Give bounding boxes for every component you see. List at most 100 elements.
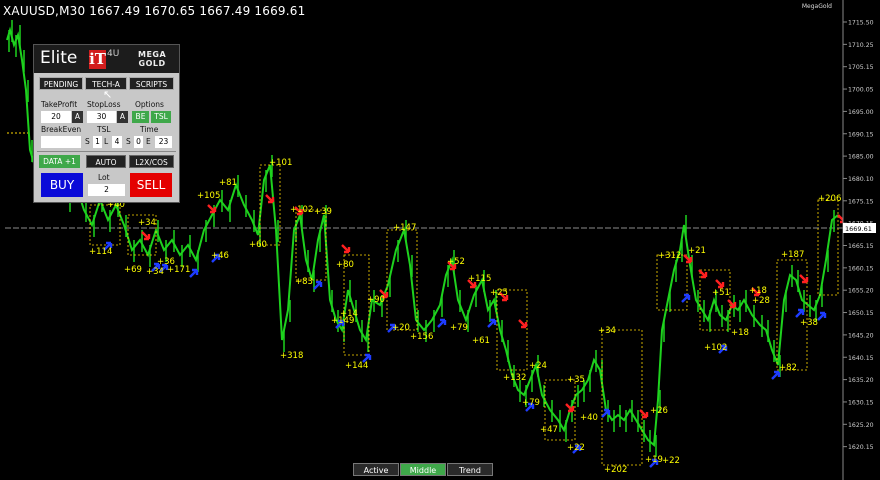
profit-label: +61: [472, 336, 490, 346]
time-e-input[interactable]: 23: [155, 136, 172, 148]
mouse-cursor-icon: ↖: [103, 88, 113, 101]
breakeven-input[interactable]: [41, 136, 81, 148]
tab-scripts[interactable]: SCRIPTS: [129, 77, 174, 90]
profit-label: +34: [146, 267, 164, 277]
price-tick: 1700.05: [848, 87, 874, 94]
price-tick: 1640.15: [848, 355, 874, 362]
price-tick: 1715.50: [848, 20, 874, 27]
price-tick: 1630.15: [848, 399, 874, 406]
tab-pending[interactable]: PENDING: [39, 77, 83, 90]
stoploss-label: StopLoss: [87, 100, 121, 109]
profit-label: +156: [410, 332, 433, 342]
buy-arrow-icon: [437, 318, 447, 328]
time-label: Time: [140, 125, 159, 134]
tsl-s-input[interactable]: 1: [93, 136, 102, 148]
logo-it-icon: iT: [89, 50, 106, 69]
profit-label: +35: [567, 375, 585, 385]
tab-active[interactable]: Active: [353, 463, 399, 476]
buy-button[interactable]: BUY: [41, 173, 83, 197]
profit-label: +39: [314, 207, 332, 217]
profit-label: +60: [249, 240, 267, 250]
tsl-s-label: S: [85, 137, 90, 146]
profit-label: +312: [658, 251, 681, 261]
takeprofit-auto-toggle[interactable]: A: [72, 111, 83, 123]
profit-label: +47: [540, 425, 558, 435]
auto-button[interactable]: AUTO: [86, 155, 126, 168]
price-tick: 1675.15: [848, 198, 874, 205]
buy-arrow-icon: [771, 370, 781, 380]
price-tick: 1710.25: [848, 42, 874, 49]
profit-label: +206: [818, 194, 841, 204]
profit-label: +28: [752, 296, 770, 306]
tsl-toggle[interactable]: TSL: [151, 111, 171, 123]
sell-arrow-icon: [715, 279, 725, 289]
mega-gold-logo: MEGA GOLD: [138, 50, 166, 68]
takeprofit-input[interactable]: 20: [41, 111, 71, 123]
profit-label: +187: [781, 250, 804, 260]
price-tick: 1635.20: [848, 377, 874, 384]
profit-label: +25: [490, 288, 508, 298]
profit-label: +34: [598, 326, 616, 336]
sell-arrow-icon: [799, 274, 809, 284]
profit-label: +18: [749, 286, 767, 296]
profit-label: +14: [340, 309, 358, 319]
sell-arrow-icon: [341, 244, 351, 254]
profit-label: +79: [450, 323, 468, 333]
profit-label: +18: [731, 328, 749, 338]
time-s-input[interactable]: 0: [134, 136, 143, 148]
price-tick: 1655.20: [848, 288, 874, 295]
buy-arrow-icon: [795, 308, 805, 318]
profit-label: +318: [280, 351, 303, 361]
sell-arrow-icon: [141, 231, 151, 241]
sell-arrow-icon: [683, 254, 693, 264]
panel-divider: [37, 151, 176, 152]
profit-label: +115: [468, 274, 491, 284]
profit-label: +90: [367, 295, 385, 305]
time-s-label: S: [126, 137, 131, 146]
logo-bar: Elite iT 4U MEGA GOLD: [34, 45, 179, 73]
stoploss-input[interactable]: 30: [87, 111, 116, 123]
profit-label: +81: [219, 178, 237, 188]
profit-label: +40: [580, 413, 598, 423]
profit-label: +80: [336, 260, 354, 270]
profit-label: +105: [197, 191, 220, 201]
price-tick: 1645.20: [848, 332, 874, 339]
breakeven-label: BreakEven: [41, 125, 82, 134]
mega-line2: GOLD: [138, 59, 166, 68]
sell-button[interactable]: SELL: [130, 173, 172, 197]
profit-label: +147: [393, 223, 416, 233]
profit-label: +102: [704, 343, 727, 353]
profit-label: +46: [211, 251, 229, 261]
profit-label: +144: [345, 361, 368, 371]
profit-label: +82: [779, 363, 797, 373]
tsl-l-input[interactable]: 4: [112, 136, 122, 148]
tab-middle[interactable]: Middle: [400, 463, 446, 476]
price-tick: 1685.00: [848, 154, 874, 161]
logo-elite: Elite: [40, 48, 78, 68]
buy-arrow-icon: [189, 268, 199, 278]
trading-panel: Elite iT 4U MEGA GOLD PENDING TECH-A SCR…: [33, 44, 180, 203]
profit-label: +38: [800, 318, 818, 328]
time-e-label: E: [146, 137, 151, 146]
profit-label: +51: [712, 288, 730, 298]
chart-title: XAUUSD,M30 1667.49 1670.65 1667.49 1669.…: [3, 4, 306, 18]
lot-input[interactable]: 2: [88, 184, 125, 196]
be-toggle[interactable]: BE: [132, 111, 149, 123]
profit-label: +24: [529, 361, 547, 371]
price-tick: 1650.15: [848, 310, 874, 317]
options-label: Options: [135, 100, 164, 109]
profit-label: +83: [295, 277, 313, 287]
sell-arrow-icon: [639, 409, 649, 419]
stoploss-auto-toggle[interactable]: A: [117, 111, 128, 123]
price-tick: 1665.15: [848, 243, 874, 250]
l2x-cos-button[interactable]: L2X/COS: [129, 155, 174, 168]
tab-trend[interactable]: Trend: [447, 463, 493, 476]
price-tick: 1620.15: [848, 444, 874, 451]
brand-label: MegaGold: [801, 3, 832, 10]
price-tick: 1705.15: [848, 64, 874, 71]
buy-arrow-icon: [817, 311, 827, 321]
data-button[interactable]: DATA +1: [39, 155, 80, 168]
tsl-label: TSL: [97, 125, 111, 134]
price-tick: 1660.15: [848, 265, 874, 272]
profit-label: +22: [662, 456, 680, 466]
